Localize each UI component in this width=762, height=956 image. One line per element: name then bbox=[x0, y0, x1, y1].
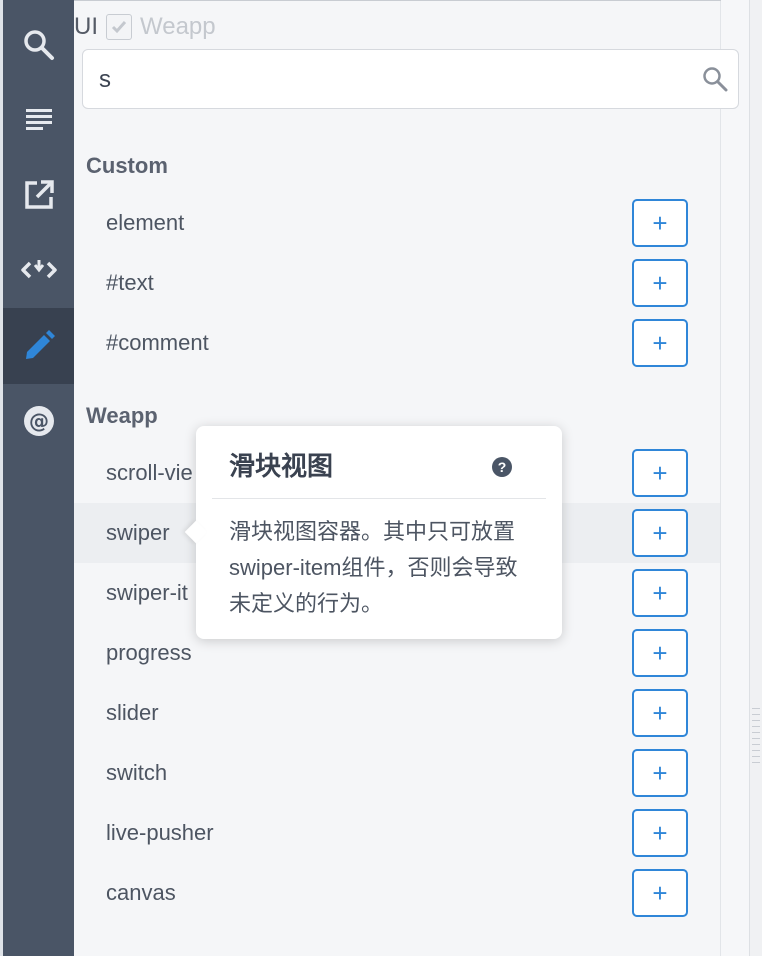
sidebar: @ bbox=[3, 0, 74, 956]
list-item: element + bbox=[74, 193, 720, 253]
list-item: switch + bbox=[74, 743, 720, 803]
sidebar-code-button[interactable] bbox=[3, 233, 74, 307]
list-item: live-pusher + bbox=[74, 803, 720, 863]
sidebar-mention-button[interactable]: @ bbox=[3, 384, 74, 458]
external-link-icon bbox=[24, 180, 54, 209]
sidebar-open-external-button[interactable] bbox=[3, 158, 74, 232]
search-icon bbox=[23, 30, 54, 60]
group-title-custom: Custom bbox=[86, 153, 168, 178]
component-label: swiper bbox=[106, 520, 170, 545]
list-icon bbox=[25, 109, 52, 130]
list-item: canvas + bbox=[74, 863, 720, 923]
list-item: #text + bbox=[74, 253, 720, 313]
help-icon[interactable]: ? bbox=[492, 457, 512, 477]
add-live-pusher-button[interactable]: + bbox=[632, 809, 688, 857]
component-label: live-pusher bbox=[106, 820, 214, 845]
top-border bbox=[74, 0, 762, 7]
tooltip-description: 滑块视图容器。其中只可放置swiper-item组件，否则会导致未定义的行为。 bbox=[229, 519, 518, 616]
add-slider-button[interactable]: + bbox=[632, 689, 688, 737]
add-swiper-button[interactable]: + bbox=[632, 509, 688, 557]
search-icon[interactable] bbox=[702, 66, 728, 92]
list-item: slider + bbox=[74, 683, 720, 743]
sidebar-edit-button[interactable] bbox=[3, 308, 74, 384]
component-label: #comment bbox=[106, 330, 209, 355]
tooltip-title: 滑块视图 bbox=[229, 451, 334, 481]
add-scroll-view-button[interactable]: + bbox=[632, 449, 688, 497]
sidebar-outline-button[interactable] bbox=[3, 83, 74, 157]
add-canvas-button[interactable]: + bbox=[632, 869, 688, 917]
weapp-checkbox[interactable] bbox=[106, 14, 132, 40]
weapp-filter-label[interactable]: Weapp bbox=[140, 13, 216, 41]
search-box bbox=[82, 49, 739, 110]
component-label: #text bbox=[106, 270, 154, 295]
component-label: element bbox=[106, 210, 185, 235]
code-arrows-icon bbox=[20, 260, 57, 279]
component-label: scroll-vie bbox=[106, 460, 193, 485]
at-icon: @ bbox=[23, 406, 54, 436]
add-switch-button[interactable]: + bbox=[632, 749, 688, 797]
add-progress-button[interactable]: + bbox=[632, 629, 688, 677]
filter-row: UI Weapp bbox=[74, 12, 216, 42]
add-element-button[interactable]: + bbox=[632, 199, 688, 247]
component-label: canvas bbox=[106, 880, 176, 905]
ui-filter-label[interactable]: UI bbox=[74, 13, 98, 41]
svg-text:@: @ bbox=[29, 409, 49, 433]
group-title-weapp: Weapp bbox=[86, 403, 158, 428]
component-label: switch bbox=[106, 760, 168, 785]
component-label: swiper-it bbox=[106, 580, 188, 605]
add-swiper-item-button[interactable]: + bbox=[632, 569, 688, 617]
component-label: slider bbox=[106, 700, 159, 725]
right-scroll-rail[interactable] bbox=[749, 0, 762, 956]
add-text-button[interactable]: + bbox=[632, 259, 688, 307]
component-tooltip: 滑块视图 ? 滑块视图容器。其中只可放置swiper-item组件，否则会导致未… bbox=[184, 426, 562, 639]
tooltip-divider bbox=[212, 498, 546, 499]
sidebar-search-button[interactable] bbox=[3, 8, 74, 82]
pencil-icon bbox=[25, 330, 55, 359]
resize-handle[interactable] bbox=[752, 708, 760, 768]
checkmark-icon bbox=[111, 21, 127, 34]
add-comment-button[interactable]: + bbox=[632, 319, 688, 367]
list-item: #comment + bbox=[74, 313, 720, 373]
component-label: progress bbox=[106, 640, 192, 665]
search-input[interactable] bbox=[97, 50, 691, 110]
